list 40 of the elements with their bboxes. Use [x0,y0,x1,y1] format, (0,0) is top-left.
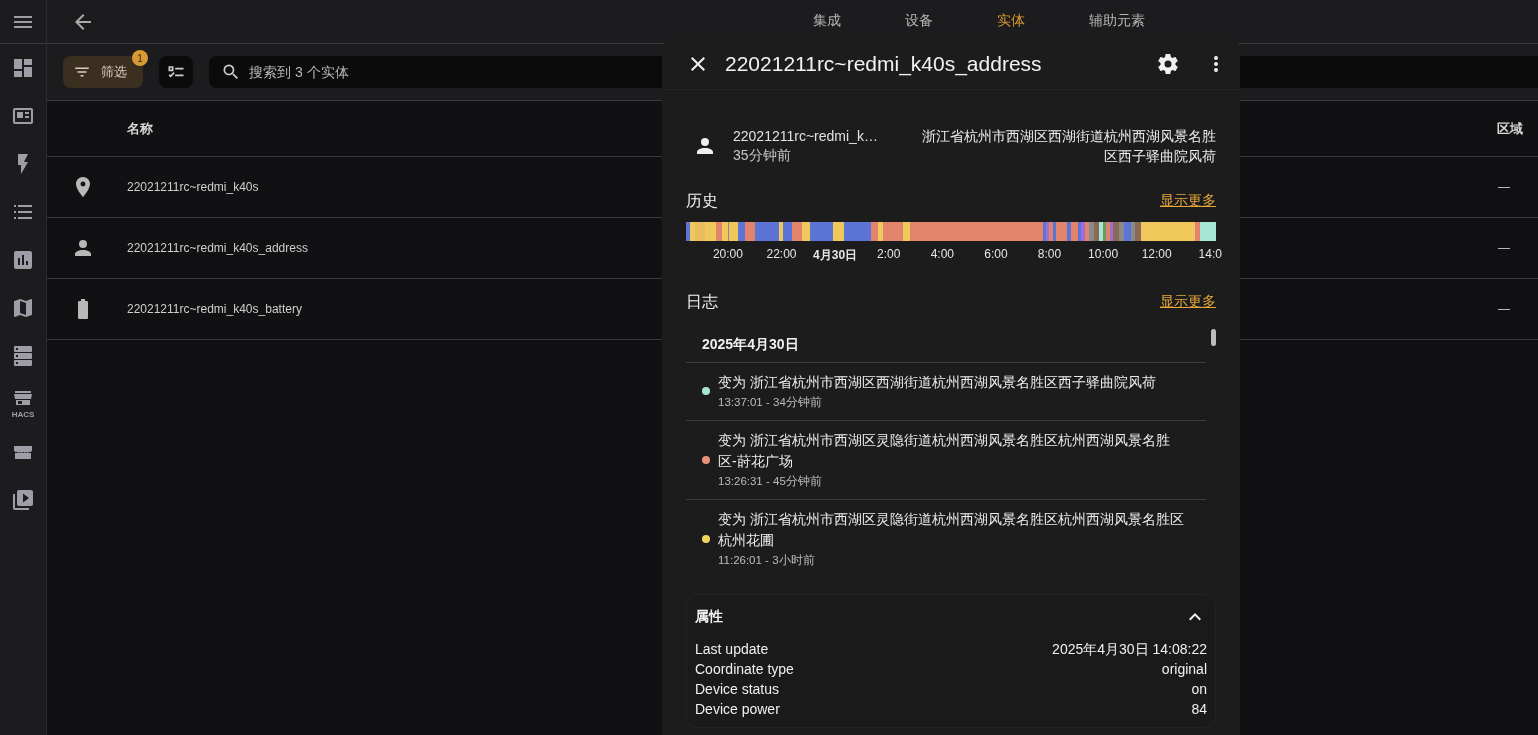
attribute-name: Last update [695,640,769,659]
panel-title: 属性 [695,608,723,626]
table-cell: 22021211rc~redmi_k40s_address [127,241,308,255]
attribute-value: original [1161,660,1207,679]
axis-label: 20:00 [712,247,743,261]
dialog-title: 22021211rc~redmi_k40s_address [725,51,1043,76]
axis-label: 4:00 [930,247,954,261]
attribute-value: 84 [1191,700,1207,719]
log-time: 13:37:01 - 34分钟前 [718,395,823,410]
log-time: 11:26:01 - 3小时前 [718,553,816,568]
table-cell: — [1498,302,1510,316]
sidebar-caption: HACS [11,411,35,419]
table-cell: 22021211rc~redmi_k40s [127,180,259,194]
axis-label: 6:00 [984,247,1008,261]
attribute-value: 2025年4月30日 14:08:22 [1052,640,1207,659]
axis-label: 10:00 [1088,247,1119,261]
section-title: 日志 [686,291,718,312]
entity-state: 浙江省杭州市西湖区西湖街道杭州西湖风景名胜区西子驿曲院风荷 [921,127,1216,166]
attribute-name: Device status [695,680,780,699]
entity-name: 22021211rc~redmi_k… [733,127,879,146]
attribute-name: Coordinate type [695,660,794,679]
axis-label: 14:0 [1198,247,1222,261]
log-time: 13:26:31 - 45分钟前 [718,474,823,489]
table-cell: — [1498,241,1510,255]
axis-label: 4月30日 [813,247,858,264]
axis-label: 12:00 [1141,247,1172,261]
count-badge: 1 [132,50,148,66]
attribute-value: on [1191,680,1207,699]
axis-label: 2:00 [877,247,901,261]
log-message: 变为 浙江省杭州市西湖区灵隐街道杭州西湖风景名胜区杭州西湖风景名胜区杭州花圃 [718,510,1185,550]
attribute-name: Device power [695,700,780,719]
table-cell: 22021211rc~redmi_k40s_battery [127,302,302,316]
date-heading: 2025年4月30日 [686,329,1206,363]
section-title: 历史 [686,190,718,211]
axis-label: 22:00 [766,247,797,261]
log-message: 变为 浙江省杭州市西湖区西湖街道杭州西湖风景名胜区西子驿曲院风荷 [718,373,1156,392]
axis-label: 8:00 [1037,247,1062,261]
entity-time: 35分钟前 [733,146,792,165]
log-message: 变为 浙江省杭州市西湖区灵隐街道杭州西湖风景名胜区杭州西湖风景名胜区-莳花广场 [718,431,1171,471]
table-cell: — [1498,180,1510,194]
